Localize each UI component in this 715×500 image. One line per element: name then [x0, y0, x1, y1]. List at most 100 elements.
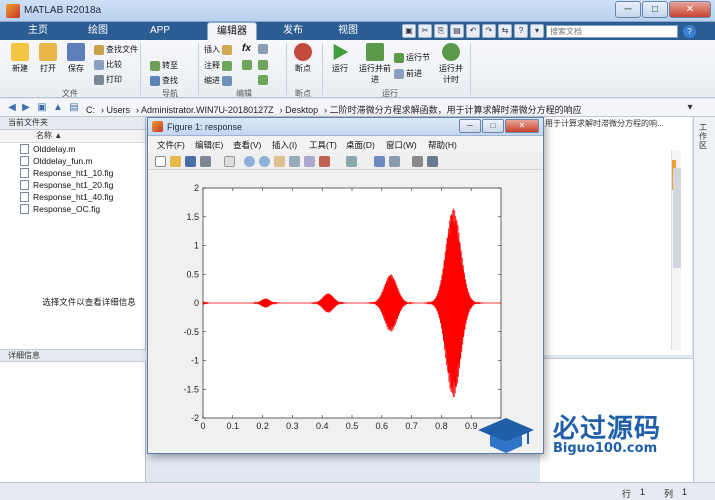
run-button[interactable]: 运行: [326, 43, 354, 74]
save-button[interactable]: 保存: [62, 43, 90, 74]
comment-icon: [222, 60, 232, 71]
refresh-button[interactable]: [258, 75, 268, 85]
scrollbar-thumb[interactable]: [673, 168, 681, 268]
open-button[interactable]: 打开: [34, 43, 62, 74]
maximize-button[interactable]: □: [642, 1, 668, 18]
zoom-out-icon[interactable]: [259, 156, 270, 167]
list-item[interactable]: Response_ht1_10.fig: [0, 167, 145, 179]
search-input[interactable]: 搜索文档: [546, 25, 678, 38]
fig-file-icon: [20, 192, 29, 202]
pointer-icon[interactable]: [224, 156, 235, 167]
wrap-button[interactable]: [258, 60, 268, 70]
brush-icon[interactable]: [319, 156, 330, 167]
breakpoints-button[interactable]: 断点: [290, 43, 316, 74]
up-folder-icon[interactable]: ▲: [52, 102, 64, 114]
column-header-name[interactable]: 名称 ▲: [0, 130, 145, 143]
rotate-icon[interactable]: [289, 156, 300, 167]
tab-apps[interactable]: APP: [140, 22, 180, 40]
redo-quick-icon[interactable]: ↷: [482, 24, 496, 38]
fig-file-icon: [20, 168, 29, 178]
figure-minimize-button[interactable]: ─: [459, 119, 481, 133]
open-file-icon[interactable]: [170, 156, 181, 167]
switch-window-icon[interactable]: ⇆: [498, 24, 512, 38]
m-file-icon: [20, 144, 29, 154]
help-icon[interactable]: ?: [683, 25, 696, 38]
cut-quick-icon[interactable]: ✂: [418, 24, 432, 38]
help-quick-icon[interactable]: ?: [514, 24, 528, 38]
save-figure-icon[interactable]: [185, 156, 196, 167]
insert-function-button[interactable]: fx: [242, 43, 251, 54]
zoom-in-icon[interactable]: [244, 156, 255, 167]
percent-button[interactable]: [242, 60, 252, 70]
figure-maximize-button[interactable]: □: [482, 119, 504, 133]
menu-view[interactable]: 查看(V): [233, 139, 261, 151]
list-item[interactable]: Response_ht1_40.fig: [0, 191, 145, 203]
menu-insert[interactable]: 插入(I): [272, 139, 297, 151]
compare-button[interactable]: 比较: [94, 59, 122, 70]
new-figure-icon[interactable]: [155, 156, 166, 167]
list-item[interactable]: Olddelay.m: [0, 143, 145, 155]
print-figure-icon[interactable]: [200, 156, 211, 167]
hide-plot-tools-icon[interactable]: [412, 156, 423, 167]
run-section-button[interactable]: 运行节: [394, 52, 430, 63]
edit-tool-button[interactable]: [258, 44, 268, 54]
forward-icon[interactable]: ▶: [20, 102, 32, 114]
minimize-button[interactable]: ─: [615, 1, 641, 18]
address-dropdown-icon[interactable]: ▾: [684, 102, 696, 114]
menu-edit[interactable]: 编辑(E): [195, 139, 223, 151]
advance-button[interactable]: 前进: [394, 68, 422, 79]
insert-button[interactable]: 插入: [204, 44, 232, 55]
editor-tab[interactable]: 用于计算求解时滞微分方程的响...: [545, 118, 685, 130]
menu-help[interactable]: 帮助(H): [428, 139, 457, 151]
run-advance-button[interactable]: 运行并前进: [358, 43, 392, 85]
folder-icon[interactable]: ▣: [36, 102, 48, 114]
menu-file[interactable]: 文件(F): [157, 139, 185, 151]
comment-button[interactable]: 注释: [204, 60, 232, 71]
menu-desktop[interactable]: 桌面(D): [346, 139, 375, 151]
tab-publish[interactable]: 发布: [275, 22, 311, 40]
find-file-button[interactable]: 查找文件: [94, 44, 138, 55]
row-label: 行: [622, 489, 632, 499]
colorbar-icon[interactable]: [374, 156, 385, 167]
tab-plots[interactable]: 绘图: [78, 22, 118, 40]
figure-window[interactable]: Figure 1: response ─ □ ✕ 文件(F) 编辑(E) 查看(…: [147, 117, 544, 454]
browse-icon[interactable]: ▤: [68, 102, 80, 114]
expand-icon[interactable]: ▾: [530, 24, 544, 38]
breadcrumb[interactable]: C: › Users › Administrator.WIN7U-20180127Z…: [86, 103, 588, 116]
show-plot-tools-icon[interactable]: [427, 156, 438, 167]
pan-icon[interactable]: [274, 156, 285, 167]
data-cursor-icon[interactable]: [304, 156, 315, 167]
editor-ribbon: 新建 打开 保存 查找文件 比较 打印 文件 转至 查找 导航 插入 注释 缩进…: [0, 40, 715, 98]
watermark-chinese: 必过源码: [553, 414, 662, 444]
figure-close-button[interactable]: ✕: [505, 119, 539, 133]
tab-home[interactable]: 主页: [20, 22, 56, 40]
new-button[interactable]: 新建: [6, 43, 34, 74]
print-button[interactable]: 打印: [94, 74, 122, 85]
find-button[interactable]: 查找: [150, 75, 178, 86]
list-item[interactable]: Olddelay_fun.m: [0, 155, 145, 167]
tab-editor[interactable]: 编辑器: [207, 22, 257, 40]
list-item[interactable]: Response_OC.fig: [0, 203, 145, 215]
x-tick-label: 0.5: [346, 421, 359, 431]
back-icon[interactable]: ◀: [6, 102, 18, 114]
figure-canvas[interactable]: 0 0.1 0.2 0.3 0.4 0.5 0.6 0.7 0.8 0.9 2 1.5 1 0.5 0 -0.…: [148, 171, 543, 453]
tab-view[interactable]: 视图: [330, 22, 366, 40]
indent-button[interactable]: 缩进: [204, 75, 232, 86]
save-quick-icon[interactable]: ▣: [402, 24, 416, 38]
goto-button[interactable]: 转至: [150, 60, 178, 71]
floppy-icon: [67, 43, 85, 61]
undo-quick-icon[interactable]: ↶: [466, 24, 480, 38]
copy-quick-icon[interactable]: ⎘: [434, 24, 448, 38]
link-plot-icon[interactable]: [346, 156, 357, 167]
legend-icon[interactable]: [389, 156, 400, 167]
menu-tools[interactable]: 工具(T): [309, 139, 337, 151]
close-button[interactable]: ✕: [669, 1, 711, 18]
paste-quick-icon[interactable]: ▤: [450, 24, 464, 38]
list-item[interactable]: Response_ht1_20.fig: [0, 179, 145, 191]
run-and-time-button[interactable]: 运行并计时: [436, 43, 466, 85]
y-tick-label: -0.5: [183, 327, 199, 337]
response-plot[interactable]: 0 0.1 0.2 0.3 0.4 0.5 0.6 0.7 0.8 0.921.510.50-0.…: [148, 171, 543, 453]
menu-window[interactable]: 窗口(W): [386, 139, 417, 151]
workspace-label[interactable]: 工作区: [699, 123, 710, 150]
editor-scrollbar[interactable]: [671, 150, 681, 350]
